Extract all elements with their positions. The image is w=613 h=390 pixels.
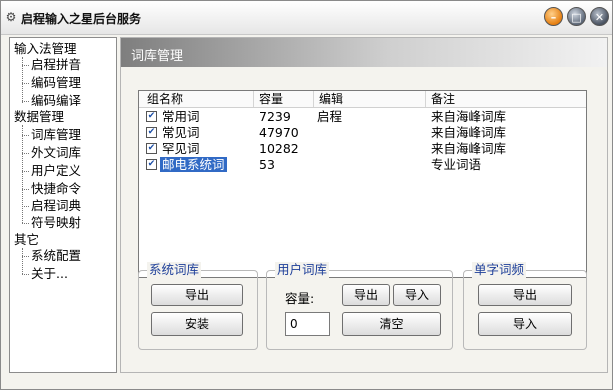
list-row[interactable]: ✔ 罕见词 10282 来自海峰词库 — [139, 141, 586, 156]
row-capacity: 47970 — [259, 125, 299, 140]
column-header-capacity[interactable]: 容量 — [259, 92, 283, 106]
system-lexicon-label: 系统词库 — [147, 262, 202, 278]
panel-header: 词库管理 — [121, 38, 607, 67]
nav-tree: 输入法管理 启程拼音 编码管理 编码编译 数据管理 词库管理 外文词库 用户定义… — [9, 37, 117, 373]
tree-connector — [22, 65, 29, 66]
row-note: 来自海峰词库 — [431, 141, 507, 156]
tree-item-lexicon-management[interactable]: 词库管理 — [31, 127, 81, 143]
tree-connector — [22, 153, 29, 154]
tree-item-symbol-mapping[interactable]: 符号映射 — [31, 215, 81, 229]
list-header: 组名称 容量 编辑 备注 — [139, 91, 586, 108]
system-lexicon-group: 系统词库 导出 安装 — [138, 262, 258, 350]
row-checkbox[interactable]: ✔ — [146, 159, 157, 170]
tree-connector — [22, 223, 29, 224]
row-note: 专业词语 — [431, 157, 482, 172]
title-bar[interactable]: ⚙ 启程输入之星后台服务 – □ ✕ — [1, 1, 612, 35]
column-header-edit[interactable]: 编辑 — [319, 92, 343, 106]
column-header-note[interactable]: 备注 — [431, 92, 455, 106]
row-name: 邮电系统词 — [160, 157, 227, 172]
tree-connector — [22, 125, 23, 223]
tree-connector — [22, 206, 29, 207]
tree-group-data-management[interactable]: 数据管理 — [14, 109, 64, 125]
row-checkbox[interactable]: ✔ — [146, 111, 157, 122]
user-lexicon-label: 用户词库 — [275, 262, 330, 278]
list-row[interactable]: ✔ 常用词 7239 启程 来自海峰词库 — [139, 109, 586, 124]
row-capacity: 7239 — [259, 109, 291, 124]
row-checkbox[interactable]: ✔ — [146, 143, 157, 154]
row-name: 常见词 — [162, 125, 200, 140]
content-panel: 词库管理 组名称 容量 编辑 备注 ✔ 常用词 7239 启程 来自海峰词库 ✔ — [120, 37, 608, 373]
row-name: 常用词 — [162, 109, 200, 124]
column-separator — [253, 91, 254, 107]
system-export-button[interactable]: 导出 — [151, 284, 243, 306]
main-window: ⚙ 启程输入之星后台服务 – □ ✕ 输入法管理 启程拼音 编码管理 编码编译 … — [0, 0, 613, 390]
tree-item-qicheng-pinyin[interactable]: 启程拼音 — [31, 57, 81, 73]
capacity-field[interactable]: 0 — [285, 312, 330, 336]
tree-connector — [22, 171, 29, 172]
row-edit: 启程 — [317, 109, 343, 124]
tree-connector — [22, 101, 29, 102]
user-lexicon-group: 用户词库 容量: 导出 导入 0 清空 — [266, 262, 453, 350]
tree-connector — [22, 83, 29, 84]
panel-title: 词库管理 — [131, 49, 184, 64]
row-capacity: 53 — [259, 157, 275, 172]
maximize-icon[interactable]: □ — [567, 7, 586, 26]
tree-item-user-defined[interactable]: 用户定义 — [31, 163, 81, 179]
single-char-export-button[interactable]: 导出 — [478, 284, 572, 306]
tree-item-foreign-lexicon[interactable]: 外文词库 — [31, 145, 81, 161]
tree-item-code-management[interactable]: 编码管理 — [31, 75, 81, 91]
row-note: 来自海峰词库 — [431, 125, 507, 140]
tree-item-qicheng-dictionary[interactable]: 启程词典 — [31, 198, 81, 214]
tree-item-system-config[interactable]: 系统配置 — [31, 248, 81, 264]
tree-group-input-method[interactable]: 输入法管理 — [14, 41, 77, 57]
list-row-selected[interactable]: ✔ 邮电系统词 53 专业词语 — [139, 157, 586, 172]
capacity-label: 容量: — [285, 291, 315, 306]
column-header-group-name[interactable]: 组名称 — [147, 92, 183, 106]
system-install-button[interactable]: 安装 — [151, 312, 243, 336]
tree-connector — [22, 248, 23, 274]
user-export-button[interactable]: 导出 — [342, 284, 390, 306]
single-char-label: 单字词频 — [472, 262, 527, 278]
row-name: 罕见词 — [162, 141, 200, 156]
row-checkbox[interactable]: ✔ — [146, 127, 157, 138]
single-char-import-button[interactable]: 导入 — [478, 312, 572, 336]
tree-item-quick-commands[interactable]: 快捷命令 — [31, 181, 81, 197]
tree-group-other[interactable]: 其它 — [14, 232, 39, 248]
tree-item-code-compile[interactable]: 编码编译 — [31, 93, 81, 106]
tree-connector — [22, 57, 23, 103]
tree-connector — [22, 135, 29, 136]
list-row[interactable]: ✔ 常见词 47970 来自海峰词库 — [139, 125, 586, 140]
tree-connector — [22, 256, 29, 257]
clear-button[interactable]: 清空 — [342, 312, 441, 336]
row-capacity: 10282 — [259, 141, 299, 156]
tree-connector — [22, 274, 29, 275]
single-char-group: 单字词频 导出 导入 — [463, 262, 587, 350]
row-note: 来自海峰词库 — [431, 109, 507, 124]
close-icon[interactable]: ✕ — [590, 7, 609, 26]
minimize-icon[interactable]: – — [544, 7, 563, 26]
lexicon-list[interactable]: 组名称 容量 编辑 备注 ✔ 常用词 7239 启程 来自海峰词库 ✔ 常见词 … — [138, 90, 587, 278]
user-import-button[interactable]: 导入 — [393, 284, 441, 306]
window-title: 启程输入之星后台服务 — [21, 12, 142, 26]
gear-icon: ⚙ — [5, 10, 17, 24]
column-separator — [313, 91, 314, 107]
tree-item-about[interactable]: 关于... — [31, 266, 68, 282]
tree-connector — [22, 189, 29, 190]
column-separator — [425, 91, 426, 107]
